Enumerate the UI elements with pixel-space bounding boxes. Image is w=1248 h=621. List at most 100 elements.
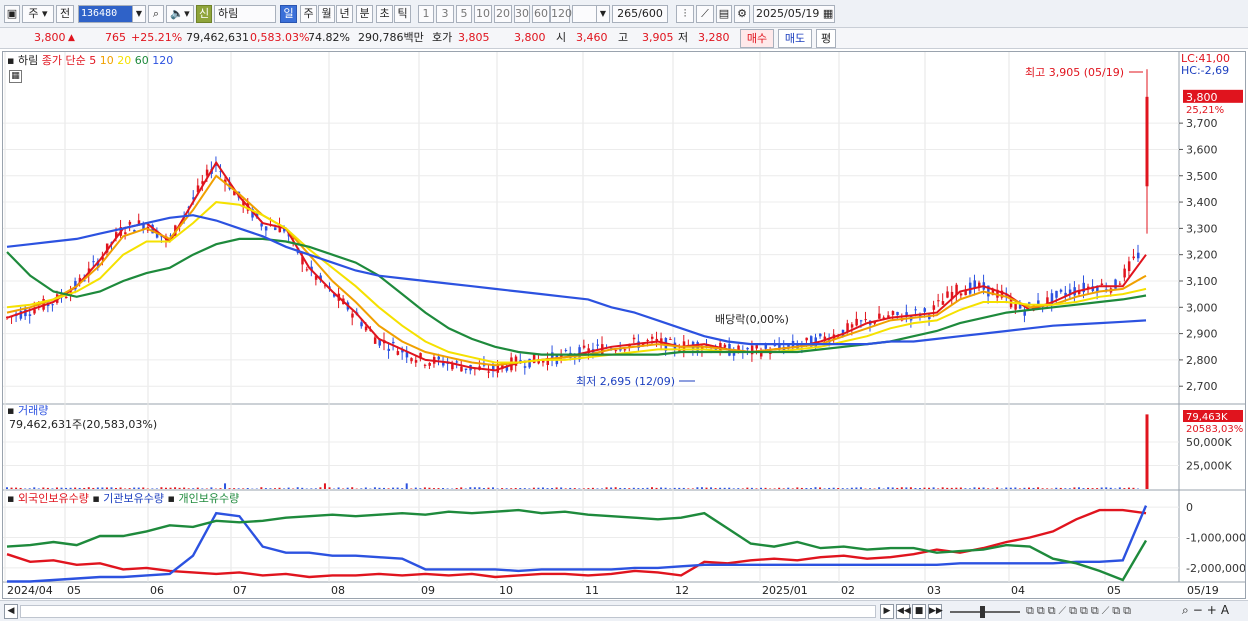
- volume-bar: [596, 488, 599, 489]
- save-icon[interactable]: ▤: [716, 5, 732, 23]
- candle-body: [1055, 290, 1058, 298]
- grid-icon[interactable]: ▦: [9, 70, 22, 83]
- count-field[interactable]: 265/600: [612, 5, 668, 23]
- prev-button[interactable]: 전: [56, 5, 74, 23]
- volume-bar: [787, 487, 790, 489]
- price-tick-label: 3,000: [1186, 301, 1218, 314]
- stock-name-field[interactable]: 하림: [214, 5, 276, 23]
- calendar-icon[interactable]: ▦: [823, 7, 833, 20]
- volume-bar: [296, 487, 299, 489]
- volume-bar: [164, 487, 167, 489]
- period-tab-6[interactable]: 틱: [394, 5, 411, 23]
- candle-body: [128, 221, 132, 225]
- volume-bar: [92, 487, 95, 489]
- volume-bar: [660, 487, 663, 489]
- window-icon[interactable]: ▣: [4, 5, 20, 23]
- volume-bar: [396, 487, 399, 489]
- zoom-icons[interactable]: ⌕−+A: [1182, 603, 1233, 618]
- interval-tab-30[interactable]: 30: [514, 5, 530, 23]
- min-price-note: 최저 2,695 (12/09): [576, 375, 675, 388]
- volume-bar: [837, 487, 840, 489]
- rewind-icon[interactable]: ◀◀: [896, 604, 911, 619]
- volume-bar: [110, 487, 113, 489]
- price-chart[interactable]: 2024/04 05 06 07 08 09 10 11 12 2025/01 02 03 04 05 05…: [3, 52, 1245, 598]
- interval-tab-5[interactable]: 5: [456, 5, 472, 23]
- open-price: 3,460: [576, 31, 608, 44]
- stop-icon[interactable]: ■: [912, 604, 926, 619]
- volume-bar: [19, 487, 22, 489]
- period-tab-4[interactable]: 분: [356, 5, 373, 23]
- zoom-slider[interactable]: [950, 604, 1020, 619]
- eval-button[interactable]: 평: [816, 29, 836, 48]
- volume-bar: [178, 487, 181, 489]
- interval-tab-20[interactable]: 20: [494, 5, 512, 23]
- interval-tab-3[interactable]: 3: [436, 5, 454, 23]
- volume-bar: [682, 487, 685, 489]
- scroll-left-icon[interactable]: ◀: [4, 604, 18, 619]
- candle-icon[interactable]: ⫶: [676, 5, 694, 23]
- period-tab-2[interactable]: 월: [318, 5, 335, 23]
- fast-forward-icon[interactable]: ▶▶: [928, 604, 943, 619]
- count-max: /600: [638, 7, 663, 20]
- price-tick-label: 2,700: [1186, 380, 1218, 393]
- volume-bar: [782, 488, 785, 489]
- candle-body: [891, 311, 895, 315]
- interval-tab-10[interactable]: 10: [474, 5, 492, 23]
- chart-area[interactable]: 2024/04 05 06 07 08 09 10 11 12 2025/01 02 03 04 05 05…: [2, 51, 1246, 599]
- volume-bar: [560, 487, 563, 489]
- speaker-icon[interactable]: 🔈▾: [166, 5, 194, 23]
- scroll-right-icon[interactable]: ▶: [880, 604, 894, 619]
- volume-bar: [1096, 488, 1099, 489]
- volume-bar: [628, 488, 631, 489]
- candle-body: [51, 304, 54, 306]
- volume-bar: [855, 487, 858, 489]
- price-tick-label: 3,300: [1186, 222, 1218, 235]
- sell-button[interactable]: 매도: [778, 29, 812, 48]
- interval-tab-60[interactable]: 60: [532, 5, 550, 23]
- period-tab-1[interactable]: 주: [300, 5, 317, 23]
- candle-body: [364, 326, 368, 331]
- candle-body: [523, 366, 527, 368]
- date-field[interactable]: 2025/05/19 ▦: [753, 5, 835, 23]
- candle-body: [1100, 283, 1104, 285]
- candle-body: [864, 319, 867, 321]
- volume-bar: [687, 488, 690, 489]
- volume-bar: [805, 488, 808, 489]
- legend-ma-title: 종가 단순: [41, 54, 86, 67]
- period-tab-5[interactable]: 초: [376, 5, 393, 23]
- volume-bar: [623, 488, 626, 489]
- volume-bar: [723, 487, 726, 489]
- volume-bar: [891, 487, 894, 489]
- volume-bar: [1005, 487, 1008, 489]
- price-tick-label: 3,500: [1186, 170, 1218, 183]
- period-tab-3[interactable]: 년: [336, 5, 353, 23]
- volume-bar: [764, 487, 767, 489]
- scrollbar-track[interactable]: [20, 605, 876, 618]
- volume-bar: [487, 487, 490, 489]
- volume-bar: [514, 488, 517, 489]
- draw-icon[interactable]: ⟋: [696, 5, 714, 23]
- volume-bar: [964, 488, 967, 489]
- chart-tool-icons[interactable]: ⧉⧉⧉⟋⧉⧉⧉⟋⧉⧉: [1026, 604, 1134, 618]
- interval-tab-1[interactable]: 1: [418, 5, 434, 23]
- buy-button[interactable]: 매수: [740, 29, 774, 48]
- candle-body: [632, 337, 636, 340]
- candle-body: [464, 368, 468, 370]
- candle-body: [33, 309, 36, 314]
- volume-bar: [492, 487, 495, 489]
- gear-icon[interactable]: ⚙: [734, 5, 750, 23]
- interval-tab-120[interactable]: 120: [550, 5, 572, 23]
- candle-body: [755, 345, 758, 349]
- volume-bar: [700, 487, 703, 489]
- period-label: 주: [28, 7, 39, 20]
- volume-bar: [696, 487, 699, 489]
- new-button[interactable]: 신: [196, 5, 212, 23]
- volume-bar: [83, 487, 86, 489]
- chevron-down-icon[interactable]: ▼: [132, 5, 146, 23]
- volume-bar: [142, 487, 145, 489]
- price-change-pct: +25.21%: [131, 31, 183, 44]
- period-dropdown[interactable]: 주 ▾: [22, 5, 54, 23]
- chevron-down-icon[interactable]: ▼: [596, 5, 610, 23]
- period-tab-0[interactable]: 일: [280, 5, 297, 23]
- search-icon[interactable]: ⌕: [148, 5, 164, 23]
